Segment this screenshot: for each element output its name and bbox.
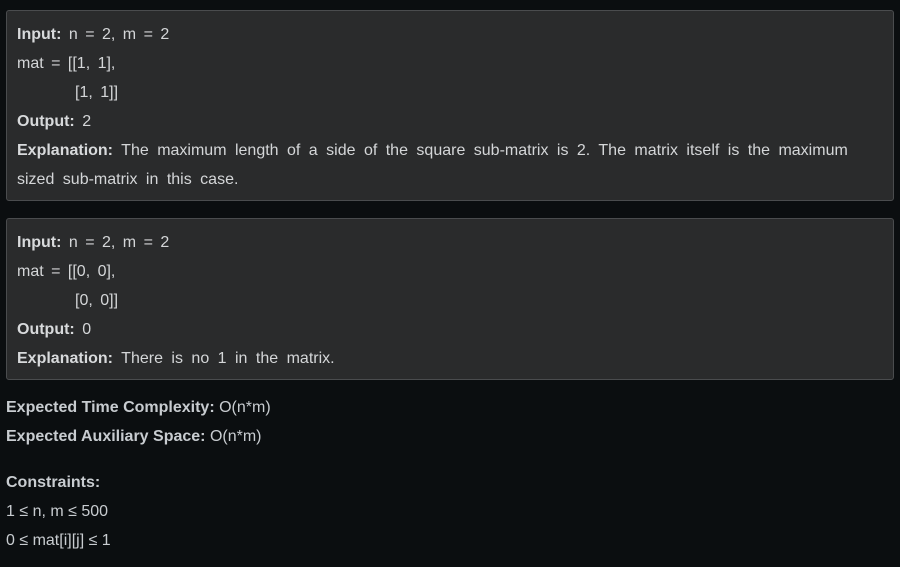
time-complexity-label: Expected Time Complexity: <box>6 399 215 416</box>
example-input: Input: n = 2, m = 2 <box>17 228 883 257</box>
output-value: 2 <box>82 113 92 130</box>
input-value: n = 2, m = 2 <box>68 234 170 251</box>
example-block-1: Input: n = 2, m = 2 mat = [[1, 1], [1, 1… <box>6 10 894 201</box>
space-complexity-value: O(n*m) <box>209 428 262 445</box>
explanation-text: The maximum length of a side of the squa… <box>17 142 848 188</box>
complexity-section: Expected Time Complexity: O(n*m) Expecte… <box>6 393 894 555</box>
example-block-2: Input: n = 2, m = 2 mat = [[0, 0], [0, 0… <box>6 218 894 380</box>
time-complexity: Expected Time Complexity: O(n*m) <box>6 393 894 422</box>
space-complexity: Expected Auxiliary Space: O(n*m) <box>6 422 894 451</box>
example-explanation: Explanation: There is no 1 in the matrix… <box>17 344 883 373</box>
matrix-row-2: [1, 1]] <box>75 84 119 101</box>
example-explanation: Explanation: The maximum length of a sid… <box>17 136 883 194</box>
constraint-item: 0 ≤ mat[i][j] ≤ 1 <box>6 532 111 549</box>
constraints-heading: Constraints: <box>6 468 894 497</box>
matrix-row-1: mat = [[1, 1], <box>17 55 116 72</box>
matrix-row-1: mat = [[0, 0], <box>17 263 116 280</box>
example-output: Output: 2 <box>17 107 883 136</box>
input-label: Input: <box>17 26 62 43</box>
explanation-text: There is no 1 in the matrix. <box>121 350 335 367</box>
output-label: Output: <box>17 321 75 338</box>
example-output: Output: 0 <box>17 315 883 344</box>
matrix-row-2: [0, 0]] <box>75 292 119 309</box>
problem-statement: Input: n = 2, m = 2 mat = [[1, 1], [1, 1… <box>0 0 900 567</box>
constraints-label: Constraints: <box>6 474 101 491</box>
space-complexity-label: Expected Auxiliary Space: <box>6 428 206 445</box>
input-label: Input: <box>17 234 62 251</box>
time-complexity-value: O(n*m) <box>219 399 271 416</box>
explanation-label: Explanation: <box>17 142 114 159</box>
explanation-label: Explanation: <box>17 350 114 367</box>
input-value: n = 2, m = 2 <box>68 26 170 43</box>
constraint-item: 1 ≤ n, m ≤ 500 <box>6 503 109 520</box>
output-label: Output: <box>17 113 75 130</box>
example-input: Input: n = 2, m = 2 <box>17 20 883 49</box>
output-value: 0 <box>82 321 92 338</box>
